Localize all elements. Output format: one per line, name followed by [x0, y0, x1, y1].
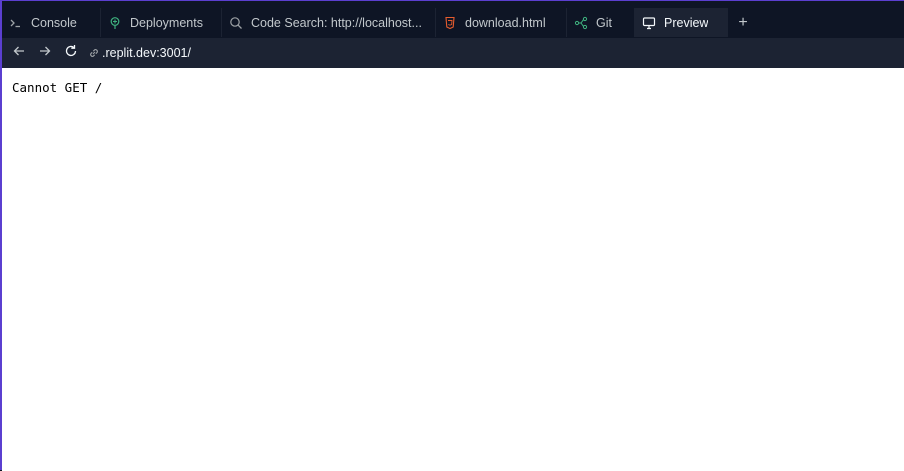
html-file-icon: [443, 16, 457, 30]
tab-label: Git: [596, 15, 612, 30]
tab-label: Code Search: http://localhost...: [251, 15, 422, 30]
tab-preview[interactable]: Preview: [635, 8, 728, 37]
arrow-left-icon: [12, 44, 26, 63]
git-icon: [574, 16, 588, 30]
tab-label: Preview: [664, 15, 709, 30]
tab-code-search[interactable]: Code Search: http://localhost...: [222, 8, 436, 37]
link-icon: [88, 47, 100, 59]
tab-deployments[interactable]: Deployments: [101, 8, 222, 37]
tab-label: download.html: [465, 15, 546, 30]
replit-workspace-pane: Console Deployments Code Search: http://…: [0, 0, 904, 471]
tab-console[interactable]: Console: [2, 8, 101, 37]
url-bar[interactable]: .replit.dev:3001/: [88, 46, 191, 60]
deployments-icon: [108, 16, 122, 30]
error-message: Cannot GET /: [12, 80, 103, 95]
url-text: .replit.dev:3001/: [102, 46, 191, 60]
add-tab-button[interactable]: +: [728, 8, 758, 37]
tab-git[interactable]: Git: [567, 8, 635, 37]
tab-bar: Console Deployments Code Search: http://…: [2, 8, 904, 37]
preview-toolbar: .replit.dev:3001/: [2, 38, 904, 68]
search-icon: [229, 16, 243, 30]
terminal-icon: [9, 16, 23, 30]
forward-button[interactable]: [34, 42, 56, 64]
reload-button[interactable]: [60, 42, 82, 64]
tab-label: Console: [31, 15, 77, 30]
tab-label: Deployments: [130, 15, 203, 30]
back-button[interactable]: [8, 42, 30, 64]
preview-viewport: Cannot GET /: [2, 68, 904, 471]
monitor-icon: [642, 16, 656, 30]
tab-download-html[interactable]: download.html: [436, 8, 567, 37]
reload-icon: [64, 44, 78, 63]
arrow-right-icon: [38, 44, 52, 63]
